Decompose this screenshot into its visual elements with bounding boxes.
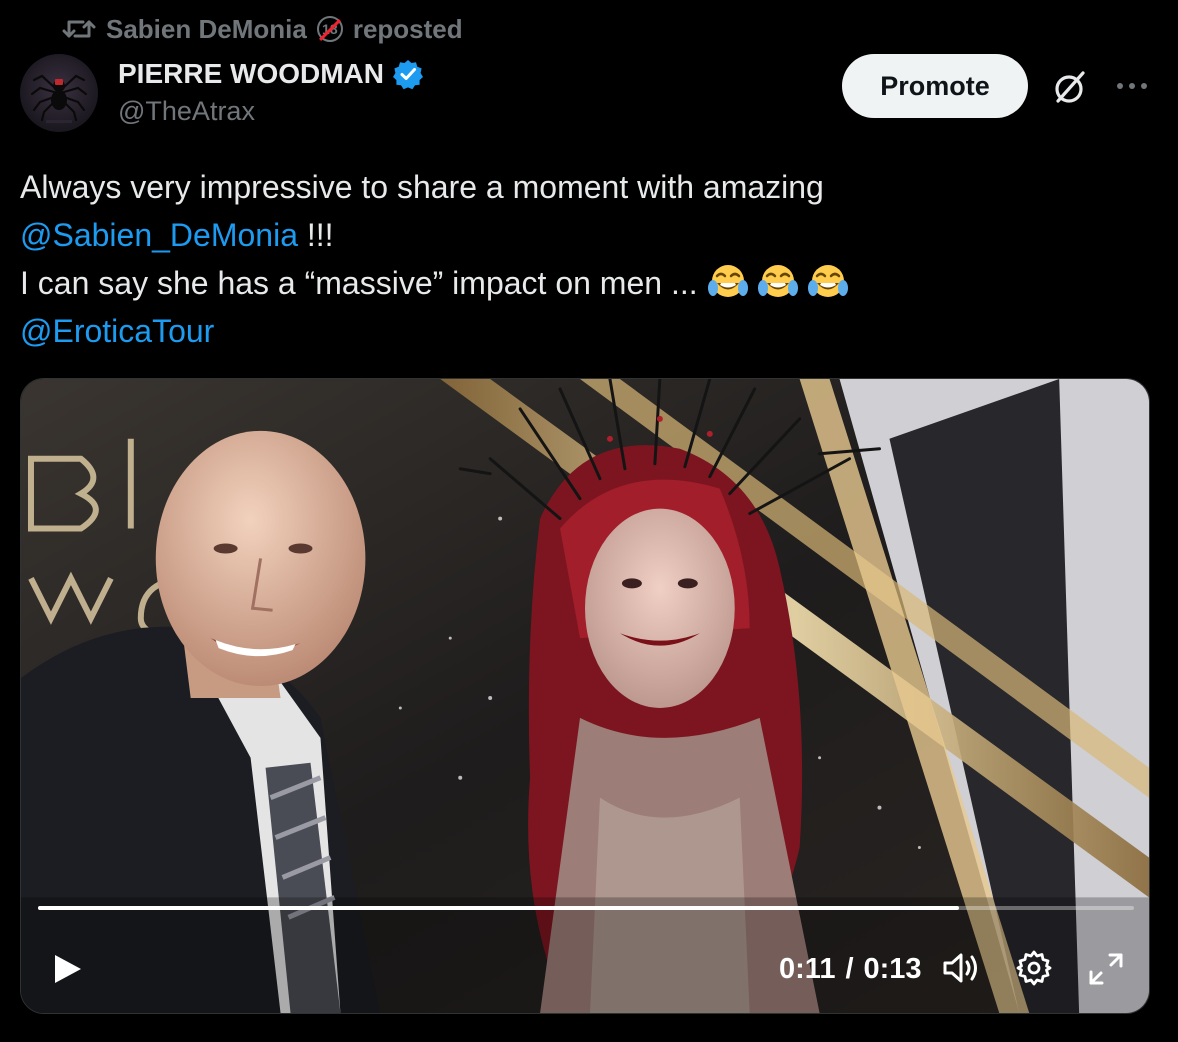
tweet-line-4: @EroticaTour <box>20 307 1150 355</box>
verified-badge-icon <box>393 60 423 90</box>
current-time: 0:11 <box>779 952 836 985</box>
tweet-text: Always very impressive to share a moment… <box>20 163 1150 355</box>
video-progress-bar[interactable] <box>38 906 1134 910</box>
mention-eroticatour[interactable]: @EroticaTour <box>20 313 214 349</box>
spider-logo-icon <box>30 74 88 123</box>
age-restricted-18-icon: 18 <box>316 16 343 42</box>
video-progress-fill <box>38 906 959 910</box>
tweet-line-1: Always very impressive to share a moment… <box>20 169 824 205</box>
reposted-label: reposted <box>352 13 463 44</box>
author-display-name: PIERRE WOODMAN <box>118 58 384 89</box>
grok-icon[interactable] <box>1050 68 1088 106</box>
author-name[interactable]: PIERRE WOODMAN <box>118 58 424 90</box>
time-separator: / <box>845 952 854 985</box>
video-time-display: 0:11 / 0:13 <box>779 951 922 987</box>
repost-header: Sabien DeMonia 18 reposted <box>62 12 463 46</box>
avatar[interactable] <box>20 54 98 132</box>
promote-button[interactable]: Promote <box>842 54 1028 118</box>
total-duration: 0:13 <box>863 952 922 985</box>
reposter-name[interactable]: Sabien DeMonia <box>106 14 307 45</box>
fullscreen-icon[interactable] <box>1087 951 1125 987</box>
video-player[interactable]: 0:11 / 0:13 <box>20 378 1150 1014</box>
video-frame <box>21 379 1149 1013</box>
more-icon[interactable] <box>1112 72 1152 100</box>
tweet-line-3-text: I can say she has a “massive” impact on … <box>20 265 698 301</box>
play-icon[interactable] <box>49 951 85 987</box>
tweet-line-2: @Sabien_DeMonia !!! <box>20 211 1150 259</box>
exclamation-text: !!! <box>297 217 334 253</box>
tears-of-joy-emoji-icon <box>807 265 848 297</box>
volume-icon[interactable] <box>941 949 981 987</box>
tweet-line-3: I can say she has a “massive” impact on … <box>20 259 1150 307</box>
gear-icon[interactable] <box>1015 949 1053 987</box>
author-handle[interactable]: @TheAtrax <box>118 96 255 127</box>
repost-icon <box>62 20 96 38</box>
mention-sabien-demonia[interactable]: @Sabien_DeMonia <box>20 217 298 253</box>
tears-of-joy-emoji-icon <box>707 265 748 297</box>
tears-of-joy-emoji-icon <box>757 265 798 297</box>
